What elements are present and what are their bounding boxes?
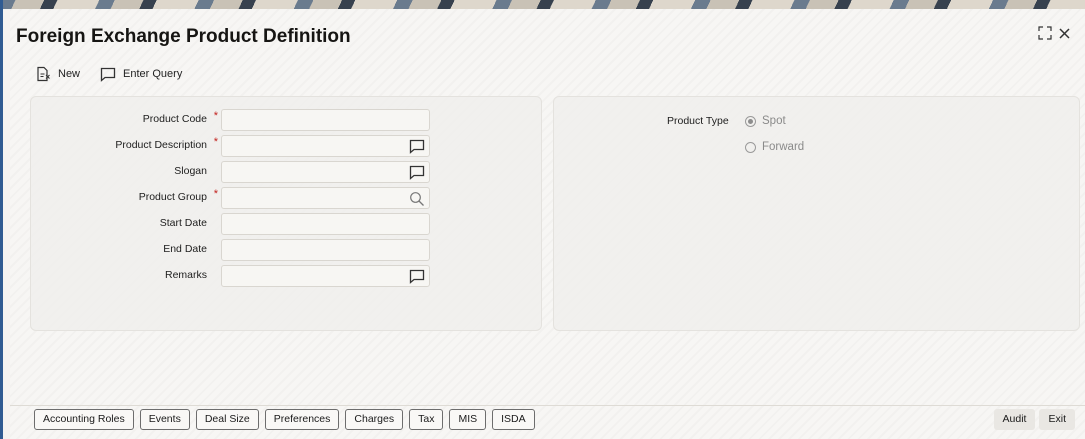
field-label: End Date xyxy=(163,243,207,255)
field-label: Product Code xyxy=(142,113,207,125)
required-marker: * xyxy=(213,136,218,148)
field-row-product-code: Product Code * xyxy=(31,109,543,131)
field-row-remarks: Remarks xyxy=(31,265,543,287)
header-banner xyxy=(0,0,1085,9)
tab-mis[interactable]: MIS xyxy=(449,409,487,430)
product-type-panel: Product Type Spot Forward xyxy=(553,96,1080,331)
radio-spot[interactable]: Spot xyxy=(745,115,786,127)
footer-actions: Audit Exit xyxy=(993,409,1075,430)
tab-deal-size[interactable]: Deal Size xyxy=(195,409,259,430)
field-label: Slogan xyxy=(174,165,207,177)
new-button[interactable]: New xyxy=(35,66,80,82)
radio-unselected-icon xyxy=(745,141,756,153)
product-group-input[interactable] xyxy=(221,187,430,209)
field-label: Product Description xyxy=(115,139,207,151)
radio-label: Forward xyxy=(762,141,805,153)
field-row-slogan: Slogan xyxy=(31,161,543,183)
search-icon[interactable] xyxy=(409,191,425,206)
window-title: Foreign Exchange Product Definition xyxy=(16,26,351,47)
audit-button[interactable]: Audit xyxy=(993,409,1036,430)
product-code-input[interactable] xyxy=(221,109,430,131)
field-row-product-group: Product Group * xyxy=(31,187,543,209)
field-label: Product Group xyxy=(138,191,207,203)
tab-isda[interactable]: ISDA xyxy=(492,409,535,430)
window-controls xyxy=(1038,26,1071,45)
remarks-input[interactable] xyxy=(221,265,430,287)
expand-icon[interactable] xyxy=(1038,26,1052,45)
subsystem-tabs: Accounting Roles Events Deal Size Prefer… xyxy=(34,409,535,430)
window-edge-accent xyxy=(0,0,3,439)
field-row-end-date: End Date xyxy=(31,239,543,261)
close-icon[interactable] xyxy=(1058,27,1071,45)
product-type-label: Product Type xyxy=(667,115,729,127)
tab-charges[interactable]: Charges xyxy=(345,409,404,430)
field-row-start-date: Start Date xyxy=(31,213,543,235)
comment-icon xyxy=(100,67,116,82)
field-row-product-description: Product Description * xyxy=(31,135,543,157)
start-date-input[interactable] xyxy=(221,213,430,235)
tab-accounting-roles[interactable]: Accounting Roles xyxy=(34,409,134,430)
comment-icon[interactable] xyxy=(409,165,425,180)
radio-forward[interactable]: Forward xyxy=(745,141,804,153)
tab-preferences[interactable]: Preferences xyxy=(264,409,340,430)
comment-icon[interactable] xyxy=(409,269,425,284)
footer-divider xyxy=(10,405,1085,406)
enter-query-button[interactable]: Enter Query xyxy=(100,66,182,82)
required-marker: * xyxy=(213,188,218,200)
product-description-input[interactable] xyxy=(221,135,430,157)
product-details-panel: Product Code * Product Description * Slo… xyxy=(30,96,542,331)
new-button-label: New xyxy=(58,68,81,80)
field-label: Remarks xyxy=(164,269,207,281)
end-date-input[interactable] xyxy=(221,239,430,261)
radio-label: Spot xyxy=(762,115,786,127)
field-label: Start Date xyxy=(159,217,207,229)
radio-selected-icon xyxy=(745,115,756,127)
slogan-input[interactable] xyxy=(221,161,430,183)
new-document-icon xyxy=(37,66,50,82)
required-marker: * xyxy=(213,110,218,122)
tab-tax[interactable]: Tax xyxy=(409,409,444,430)
toolbar: New Enter Query xyxy=(35,66,182,82)
comment-icon[interactable] xyxy=(409,139,425,154)
tab-events[interactable]: Events xyxy=(139,409,190,430)
exit-button[interactable]: Exit xyxy=(1039,409,1075,430)
enter-query-button-label: Enter Query xyxy=(123,68,183,80)
